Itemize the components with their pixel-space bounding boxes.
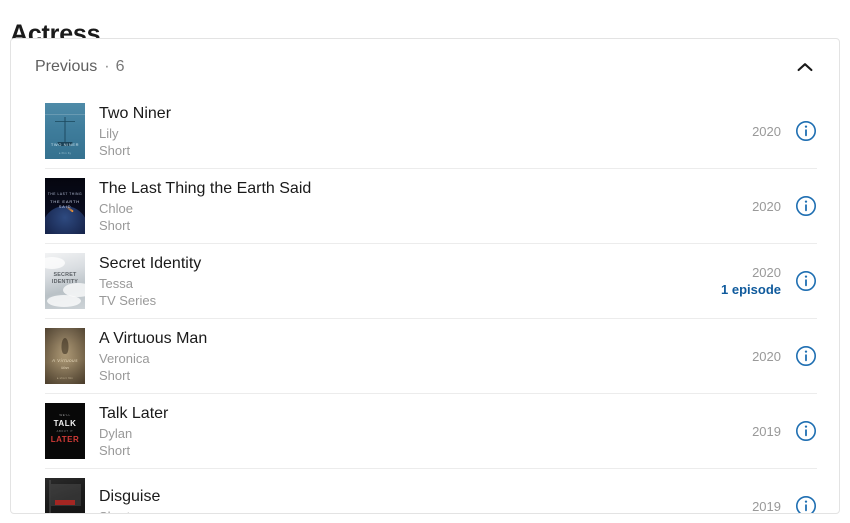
credit-info: Talk Later Dylan Short (85, 404, 752, 459)
info-circle-icon[interactable] (795, 420, 817, 442)
poster-sub-text: a short film (56, 377, 74, 380)
info-circle-icon[interactable] (795, 345, 817, 367)
info-circle-icon[interactable] (795, 270, 817, 292)
credit-type: Short (99, 217, 131, 233)
credit-meta: 2020 1 episode (721, 264, 795, 298)
info-circle-icon[interactable] (795, 120, 817, 142)
credit-year: 2019 (752, 423, 781, 439)
credit-title[interactable]: The Last Thing the Earth Said (99, 179, 752, 199)
section-separator: · (104, 57, 110, 75)
credit-meta: 2020 (752, 348, 795, 365)
credit-year: 2020 (752, 198, 781, 214)
credit-info: The Last Thing the Earth Said Chloe Short (85, 179, 752, 234)
chevron-up-icon[interactable] (793, 55, 817, 79)
poster-title-text-2: Man (61, 365, 69, 370)
poster-title-text-2: THE EARTH SAID (50, 199, 80, 209)
credit-type: Short (99, 367, 131, 383)
poster-title-text: TWO NINER (50, 141, 80, 147)
poster-sub-text: a film by (58, 152, 72, 155)
credit-title[interactable]: A Virtuous Man (99, 329, 752, 349)
poster-mid-text: ABOUT IT (56, 430, 74, 433)
credit-meta: 2019 (752, 498, 795, 514)
credit-type: TV Series (99, 292, 157, 308)
credit-info: DisguiseShort (85, 487, 752, 513)
credit-row[interactable]: TWO NINER a film by Two Niner Lily Short 2020 (45, 94, 817, 169)
credit-row[interactable]: SECRET IDENTITY Secret Identity Tessa TV Ser… (45, 244, 817, 319)
credit-row[interactable]: THE LAST THING THE EARTH SAID The Last Thi… (45, 169, 817, 244)
info-circle-icon[interactable] (795, 195, 817, 217)
credit-title[interactable]: Talk Later (99, 404, 752, 424)
poster-title-text: SECRET (53, 272, 77, 278)
credit-thumbnail[interactable]: THE LAST THING THE EARTH SAID (45, 178, 85, 234)
credit-info: Secret Identity Tessa TV Series (85, 254, 721, 309)
credits-page: Actress Previous · 6 TWO NINER a film by T… (0, 0, 850, 523)
poster-title-text-2: IDENTITY (51, 279, 79, 285)
credit-year: 2019 (752, 498, 781, 514)
credit-character: Tessa (99, 275, 133, 291)
credit-title[interactable]: Two Niner (99, 104, 752, 124)
credit-title[interactable]: Disguise (99, 487, 752, 507)
poster-title-text: THE LAST THING (47, 192, 83, 196)
credit-row[interactable]: DisguiseShort2019 (45, 469, 817, 514)
poster-talk-text: TALK (53, 419, 77, 428)
credit-type: Short (99, 142, 131, 158)
credit-thumbnail[interactable] (45, 478, 85, 513)
credit-type: Short (99, 442, 131, 458)
info-circle-icon[interactable] (795, 495, 817, 513)
credit-info: A Virtuous Man Veronica Short (85, 329, 752, 384)
credits-card: Previous · 6 TWO NINER a film by Two Niner… (10, 38, 840, 514)
credit-thumbnail[interactable]: TWO NINER a film by (45, 103, 85, 159)
credit-meta: 2020 (752, 198, 795, 215)
credit-type: Short (99, 508, 752, 513)
credit-year: 2020 (752, 123, 781, 139)
credit-meta: 2019 (752, 423, 795, 440)
credit-row[interactable]: WE'LL TALK ABOUT IT LATER Talk Later Dylan Sho… (45, 394, 817, 469)
section-label: Previous (35, 57, 98, 75)
credit-episodes-link[interactable]: 1 episode (721, 281, 781, 298)
credit-year: 2020 (752, 348, 781, 364)
credit-character: Veronica (99, 350, 150, 366)
previous-section-header[interactable]: Previous · 6 (11, 39, 839, 94)
credits-list: TWO NINER a film by Two Niner Lily Short 2020… (11, 94, 839, 514)
credit-year: 2020 (752, 265, 781, 280)
credit-thumbnail[interactable]: A Virtuous Man a short film (45, 328, 85, 384)
credit-info: Two Niner Lily Short (85, 104, 752, 159)
poster-later-text: LATER (50, 435, 80, 444)
credit-meta: 2020 (752, 123, 795, 140)
section-count: 6 (115, 57, 125, 75)
credit-character: Dylan (99, 425, 133, 441)
credit-thumbnail[interactable]: SECRET IDENTITY (45, 253, 85, 309)
poster-top-text: WE'LL (59, 413, 71, 417)
credit-title[interactable]: Secret Identity (99, 254, 721, 274)
credit-thumbnail[interactable]: WE'LL TALK ABOUT IT LATER (45, 403, 85, 459)
credit-character: Lily (99, 125, 119, 141)
poster-title-text: A Virtuous (51, 358, 78, 363)
credit-character: Chloe (99, 200, 133, 216)
credit-row[interactable]: A Virtuous Man a short film A Virtuous Man V… (45, 319, 817, 394)
